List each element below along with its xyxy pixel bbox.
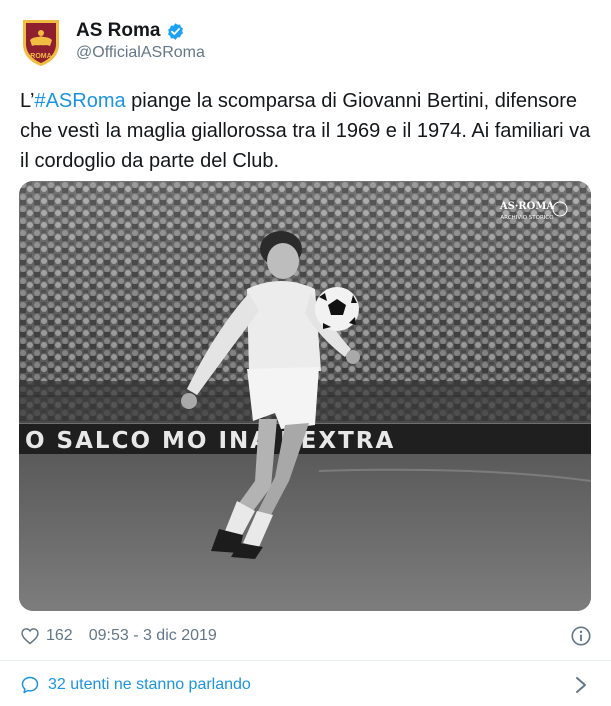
divider bbox=[0, 660, 611, 661]
football-photo: O SALCO MO INA I EXTRA AS·ROMA ARCHIVIO … bbox=[19, 181, 591, 611]
comment-bubble-icon bbox=[21, 676, 39, 694]
avatar-label: ROMA bbox=[30, 53, 51, 60]
tweet-photo[interactable]: O SALCO MO INA I EXTRA AS·ROMA ARCHIVIO … bbox=[19, 181, 591, 611]
conversation-label: 32 utenti ne stanno parlando bbox=[48, 676, 251, 693]
svg-text:AS·ROMA: AS·ROMA bbox=[499, 201, 555, 212]
chevron-right-icon bbox=[576, 677, 586, 693]
timestamp[interactable]: 09:53 - 3 dic 2019 bbox=[89, 627, 217, 645]
as-roma-crest-icon[interactable]: ROMA bbox=[20, 18, 62, 68]
hashtag-link[interactable]: #ASRoma bbox=[34, 90, 125, 112]
tweet-header: ROMA AS Roma @OfficialASRoma bbox=[20, 16, 590, 72]
tweet-card: ROMA AS Roma @OfficialASRoma L’#ASRoma p… bbox=[0, 0, 611, 706]
ad-board-text: O SALCO MO INA I EXTRA bbox=[25, 428, 395, 454]
verified-badge-icon bbox=[168, 22, 184, 40]
svg-text:ARCHIVIO STORICO: ARCHIVIO STORICO bbox=[500, 215, 554, 221]
like-count: 162 bbox=[46, 627, 73, 644]
account-names: AS Roma @OfficialASRoma bbox=[76, 20, 205, 62]
tweet-meta: 162 09:53 - 3 dic 2019 bbox=[20, 623, 592, 649]
info-icon[interactable] bbox=[570, 625, 592, 647]
ball-icon bbox=[315, 287, 359, 331]
like-button[interactable]: 162 bbox=[20, 626, 73, 646]
account-handle[interactable]: @OfficialASRoma bbox=[76, 44, 205, 62]
display-name[interactable]: AS Roma bbox=[76, 20, 160, 42]
conversation-link[interactable]: 32 utenti ne stanno parlando bbox=[20, 670, 592, 700]
tweet-text: L’#ASRoma piange la scomparsa di Giovann… bbox=[20, 86, 592, 176]
tweet-prefix: L’ bbox=[20, 90, 35, 112]
heart-icon bbox=[21, 628, 39, 645]
